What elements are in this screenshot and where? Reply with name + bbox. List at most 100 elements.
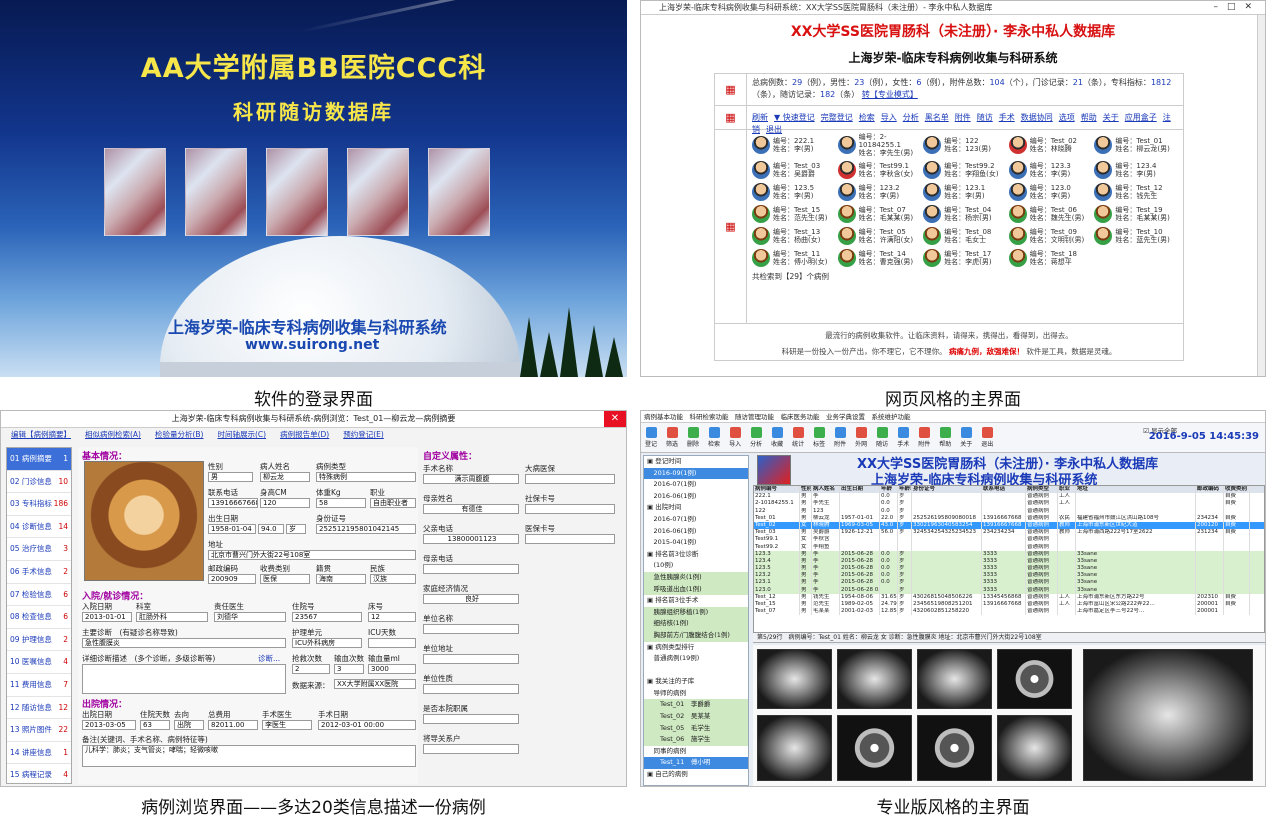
toolbar-button[interactable]: 登记 — [645, 427, 657, 448]
sidebar-item[interactable]: 04 诊断信息14 — [7, 516, 71, 539]
sidebar-item[interactable]: 12 随访信息12 — [7, 697, 71, 720]
custom-attr-field[interactable]: 良好 — [423, 594, 519, 604]
column-header[interactable]: 地址 — [1076, 486, 1196, 493]
toolbar-button[interactable]: 标签 — [813, 427, 825, 448]
birth-field[interactable]: 1958-01-04 — [208, 524, 256, 534]
patient-card[interactable]: 编号：Test_11姓名：傅小明(女) — [752, 249, 836, 267]
patient-card[interactable]: 编号：Test_17姓名：李虎(男) — [923, 249, 1007, 267]
table-row[interactable]: 123.0男李2015-06-28 0.02658岁3333普通病例33sane — [754, 587, 1264, 594]
toolbar-button[interactable]: 导入 — [729, 427, 741, 448]
toolbar-button[interactable]: 检索 — [708, 427, 720, 448]
doctor-field[interactable]: 刘德华 — [214, 612, 286, 622]
patient-card[interactable]: 编号：Test_18姓名：蒋想平 — [1009, 249, 1093, 267]
surgery-date-field[interactable]: 2012-03-01 00:00 — [318, 720, 416, 730]
custom-attr-field[interactable] — [423, 684, 519, 694]
column-header[interactable]: 年龄单 — [898, 486, 912, 493]
tree-item[interactable]: 呼吸道出血(1例) — [644, 584, 748, 596]
patient-card[interactable]: 编号：2-10184255.1姓名：李先生(男) — [838, 133, 922, 157]
tree-item[interactable]: 普通病例(19例) — [644, 653, 748, 665]
function-link[interactable]: 关于 — [1103, 113, 1119, 122]
tree-item[interactable]: ▣ 病例类型排行 — [644, 642, 748, 654]
surgeon-field[interactable]: 李医生 — [262, 720, 312, 730]
toolbar-button[interactable]: 分析 — [750, 427, 762, 448]
table-row[interactable]: Test_15男范先生1989-02-0524.79岁2345651980825… — [754, 601, 1264, 608]
xray-thumbnail[interactable] — [997, 715, 1072, 781]
function-link[interactable]: ▼ 快速登记 — [774, 113, 815, 122]
function-link[interactable]: 随访 — [977, 113, 993, 122]
patient-card[interactable]: 编号：123.5姓名：李(男) — [752, 183, 836, 201]
column-header[interactable]: 病例编号 — [754, 486, 800, 493]
browse-tab[interactable]: 病例报告单(D) — [280, 428, 329, 442]
function-link[interactable]: 导入 — [881, 113, 897, 122]
address-field[interactable]: 北京市曹兴门外大街22号108室 — [208, 550, 416, 560]
native-place-field[interactable]: 海南 — [316, 574, 366, 584]
sidebar-item[interactable]: 15 病程记录4 — [7, 764, 71, 787]
column-header[interactable]: 出生日期 — [840, 486, 880, 493]
phone-field[interactable]: 13916667668 — [208, 498, 258, 508]
browse-tab[interactable]: 时间轴展示(C) — [217, 428, 266, 442]
table-row[interactable]: Test_03男吴爵爵1926-12-2156.0岁32453425432523… — [754, 529, 1264, 536]
pro-mode-link[interactable]: 转【专业模式】 — [862, 90, 918, 99]
custom-attr-field[interactable] — [423, 714, 519, 724]
patient-card[interactable]: 编号：Test_08姓名：毛女士 — [923, 227, 1007, 245]
sidebar-item[interactable]: 13 照片图件22 — [7, 719, 71, 742]
patient-card[interactable]: 编号：Test_09姓名：文明钊(男) — [1009, 227, 1093, 245]
fee-field[interactable]: 82011.00 — [208, 720, 258, 730]
function-link[interactable]: 帮助 — [1081, 113, 1097, 122]
patient-card[interactable]: 编号：Test_13姓名：杨曲(女) — [752, 227, 836, 245]
diagnosis-field[interactable]: 急性腹膜炎 — [82, 638, 286, 648]
browse-tab[interactable]: 预约登记(E) — [343, 428, 384, 442]
table-row[interactable]: 123.5男李2015-06-280.0岁3333普通病例33sane — [754, 565, 1264, 572]
tree-item[interactable]: 2016-06(1例) — [644, 491, 748, 503]
menu-bar[interactable]: 病例基本功能 科研检索功能 随访管理功能 临床医务功能 业务学典设置 系统维护功… — [641, 411, 1265, 423]
function-link[interactable]: 附件 — [955, 113, 971, 122]
table-row[interactable]: 123.3男李2015-06-280.0岁3333普通病例33sane — [754, 551, 1264, 558]
tree-item[interactable]: 胰腺组织移植(1例) — [644, 607, 748, 619]
column-header[interactable]: 职业 — [1058, 486, 1076, 493]
toolbar-button[interactable]: 外网 — [855, 427, 867, 448]
table-row[interactable]: 122男1230.0岁普通病例 — [754, 508, 1264, 515]
tree-item[interactable]: 2016-07(1例) — [644, 514, 748, 526]
dept-select[interactable]: 肛肠外科 — [136, 612, 208, 622]
tree-item[interactable]: 2016-06(1例) — [644, 526, 748, 538]
toolbar-button[interactable]: 附件 — [918, 427, 930, 448]
sidebar-item[interactable]: 08 检查信息6 — [7, 606, 71, 629]
tree-item[interactable]: Test_06 施学生 — [644, 734, 748, 746]
function-link[interactable]: 应用盒子 — [1125, 113, 1157, 122]
tree-item[interactable]: Test_11 傅小明 — [644, 757, 748, 769]
tree-item[interactable]: Test_05 毛学生 — [644, 723, 748, 735]
function-link[interactable]: 黑名单 — [925, 113, 949, 122]
tree-item[interactable]: ▣ 自己的病例 — [644, 769, 748, 781]
patient-card[interactable]: 编号：Test_15姓名：范先生(男) — [752, 205, 836, 223]
column-header[interactable]: 病例类型 — [1026, 486, 1058, 493]
custom-attr-field[interactable] — [525, 474, 615, 484]
tree-item[interactable]: ▣ 排名前3位诊断 — [644, 549, 748, 561]
patient-card[interactable]: 编号：Test_14姓名：曹克强(男) — [838, 249, 922, 267]
function-link[interactable]: 检索 — [859, 113, 875, 122]
toolbar-button[interactable]: 收藏 — [771, 427, 783, 448]
ct-thumbnail[interactable] — [837, 715, 912, 781]
sidebar-item[interactable]: 02 门诊信息10 — [7, 471, 71, 494]
weight-field[interactable]: 58 — [316, 498, 366, 508]
ethnicity-select[interactable]: 汉族 — [370, 574, 416, 584]
table-row[interactable]: Test99.2女李翔鱼普通病例 — [754, 544, 1264, 551]
patient-card[interactable]: 编号：123.4姓名：李(男) — [1094, 161, 1178, 179]
admit-date-field[interactable]: 2013-01-01 — [82, 612, 132, 622]
toolbar-button[interactable]: 关于 — [960, 427, 972, 448]
tree-item[interactable] — [644, 665, 748, 677]
discharge-date-field[interactable]: 2013-03-05 — [82, 720, 136, 730]
rescue-field[interactable]: 2 — [292, 664, 330, 674]
patient-card[interactable]: 编号：123.0姓名：李(男) — [1009, 183, 1093, 201]
browse-tab[interactable]: 检验量分析(B) — [155, 428, 204, 442]
age-field[interactable]: 94.0 — [258, 524, 284, 534]
custom-attr-field[interactable] — [423, 744, 519, 754]
nursing-unit-select[interactable]: ICU外科病房 — [292, 638, 362, 648]
xray-thumbnail[interactable] — [837, 649, 912, 709]
patient-card[interactable]: 编号：Test_04姓名：杨宗(男) — [923, 205, 1007, 223]
job-select[interactable]: 自由职业者 — [370, 498, 416, 508]
function-link[interactable]: 手术 — [999, 113, 1015, 122]
spine-xray-preview[interactable] — [1083, 649, 1253, 781]
sidebar-item[interactable]: 01 病例摘要1 — [7, 448, 71, 471]
table-row[interactable]: 2-10184255.1男李先生0.0岁普通病例工人自费 — [754, 500, 1264, 507]
tree-item[interactable]: 2016-09(1例) — [644, 468, 748, 480]
